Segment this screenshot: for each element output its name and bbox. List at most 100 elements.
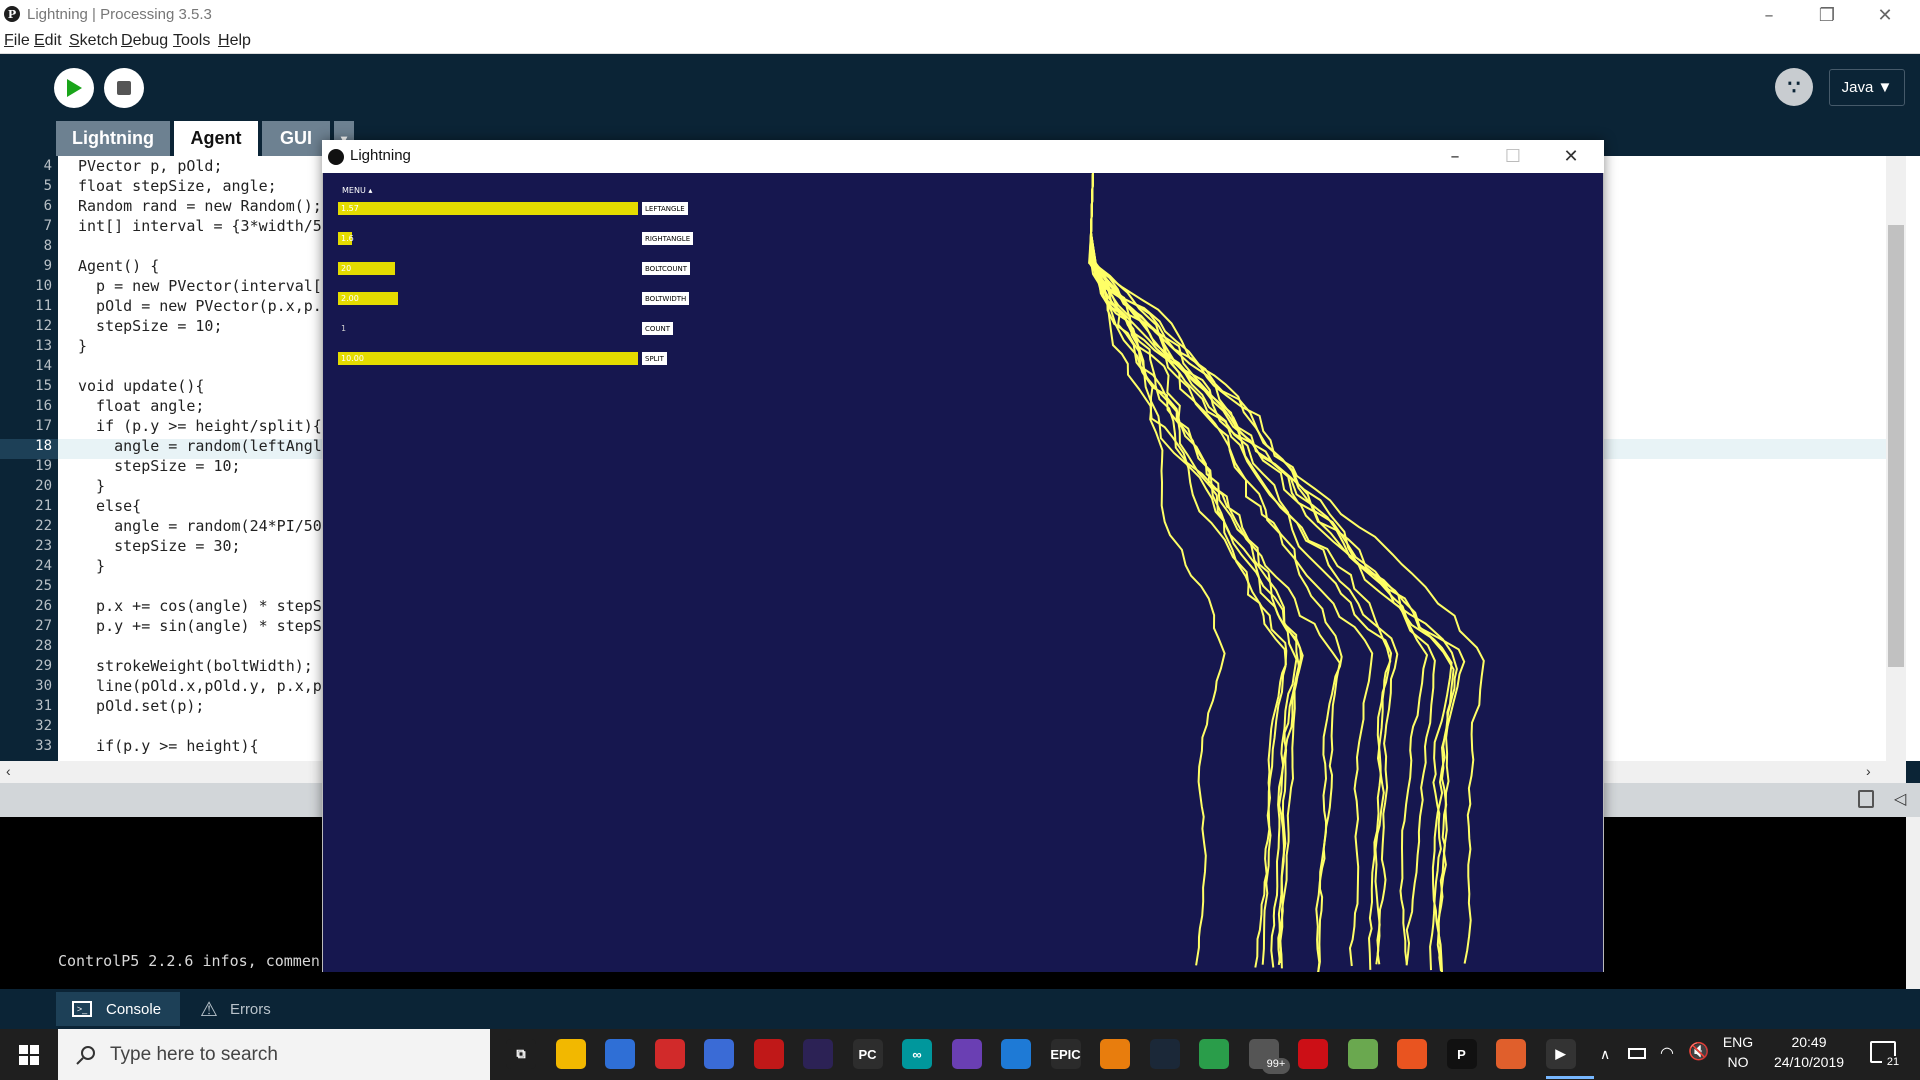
menu-sketch[interactable]: Sketch [69, 32, 118, 50]
slider-label: BOLTCOUNT [642, 262, 691, 275]
start-button[interactable] [0, 1029, 58, 1080]
console-icon: >_ [72, 1001, 92, 1017]
search-icon [76, 1046, 95, 1065]
scroll-right-icon[interactable]: › [1866, 763, 1871, 779]
steam-icon[interactable] [1149, 1039, 1180, 1069]
keyboard-layout: NO [1727, 1054, 1749, 1070]
menu-debug[interactable]: Debug [121, 32, 168, 50]
menu-help[interactable]: Help [218, 32, 251, 50]
sketch-title-bar [322, 140, 1604, 173]
stop-icon [117, 81, 131, 95]
blender-icon[interactable] [1100, 1039, 1130, 1069]
opera-icon[interactable] [1298, 1039, 1328, 1069]
code-line: if(p.y >= height){ [78, 737, 259, 755]
wifi-icon[interactable]: ◠ [1660, 1043, 1674, 1063]
line-number: 25 [35, 578, 52, 594]
volume-muted-icon[interactable]: 🔇 [1688, 1042, 1709, 1062]
notifications-count: 21 [1882, 1056, 1904, 1072]
close-button[interactable]: ✕ [1856, 0, 1914, 30]
running-sketch-icon[interactable]: ▶ [1545, 1039, 1576, 1069]
slider-value: 20 [341, 264, 352, 273]
code-line: angle = random(leftAngl [78, 437, 322, 455]
scroll-left-icon[interactable]: ‹ [6, 763, 11, 779]
code-line: PVector p, pOld; [78, 157, 223, 175]
epic-games-icon[interactable]: EPIC [1050, 1039, 1081, 1069]
sketch-close-button[interactable]: ✕ [1542, 140, 1600, 173]
sketch-canvas[interactable] [323, 173, 1603, 972]
slider-value: 10.00 [341, 354, 364, 363]
battery-icon[interactable] [1628, 1048, 1646, 1059]
language-indicator[interactable]: ENG NO [1720, 1034, 1756, 1070]
sketch-minimize-button[interactable]: – [1426, 140, 1484, 173]
stop-button[interactable] [104, 68, 144, 108]
task-view-icon[interactable]: ⧉ [506, 1039, 536, 1069]
slider-split[interactable] [338, 352, 638, 365]
line-number: 15 [35, 378, 52, 394]
run-button[interactable] [54, 68, 94, 108]
taskbar-search-box[interactable]: Type here to search [58, 1029, 490, 1080]
minimize-button[interactable]: – [1740, 0, 1798, 30]
arduino-icon[interactable]: ∞ [902, 1039, 932, 1069]
play-icon [67, 79, 82, 97]
debugger-icon[interactable]: ∵ [1775, 68, 1813, 106]
tab-gui[interactable]: GUI [262, 121, 330, 156]
errors-tab[interactable]: ⚠ Errors [184, 992, 308, 1026]
line-number: 24 [35, 558, 52, 574]
store-icon[interactable] [605, 1039, 635, 1069]
code-line: float stepSize, angle; [78, 177, 277, 195]
gift-app-icon[interactable] [654, 1039, 685, 1069]
console-scrollbar[interactable] [1906, 817, 1920, 989]
app-icon-red[interactable] [753, 1039, 784, 1069]
mode-selector[interactable]: Java ▼ [1829, 69, 1905, 106]
title-bar [0, 0, 1920, 30]
controlp5-menu-toggle[interactable]: MENU ▴ [342, 186, 372, 195]
visual-studio-icon[interactable] [951, 1039, 982, 1069]
line-number: 12 [35, 318, 52, 334]
line-number: 9 [43, 258, 52, 274]
line-number: 21 [35, 498, 52, 514]
line-number: 28 [35, 638, 52, 654]
file-explorer-icon[interactable] [555, 1039, 586, 1069]
line-number: 5 [43, 178, 52, 194]
editor-scroll-thumb[interactable] [1888, 225, 1904, 667]
tab-agent[interactable]: Agent [174, 121, 258, 156]
eclipse-icon[interactable] [803, 1039, 833, 1069]
menu-edit[interactable]: Edit [34, 32, 62, 50]
code-line: stepSize = 10; [78, 457, 241, 475]
restore-button[interactable]: ❐ [1798, 0, 1856, 30]
console-tab[interactable]: >_ Console [56, 992, 180, 1026]
lightning-bolt [1089, 173, 1304, 966]
chrome-icon[interactable] [1199, 1039, 1229, 1069]
processing-icon[interactable]: P [1446, 1039, 1477, 1069]
lightning-bolt [1088, 173, 1374, 967]
console-output: ControlP5 2.2.6 infos, commen [58, 952, 320, 970]
line-number: 11 [35, 298, 52, 314]
line-number: 20 [35, 478, 52, 494]
menu-file[interactable]: File [4, 32, 30, 50]
code-line: float angle; [78, 397, 205, 415]
vscode-icon[interactable] [1001, 1039, 1031, 1069]
menu-tools[interactable]: Tools [173, 32, 210, 50]
git-icon[interactable] [1496, 1039, 1526, 1069]
code-line: stepSize = 10; [78, 317, 223, 335]
code-line: pOld.set(p); [78, 697, 205, 715]
lightning-bolts [1088, 173, 1485, 972]
pycharm-icon[interactable]: PC [852, 1039, 883, 1069]
tab-lightning[interactable]: Lightning [56, 121, 170, 156]
sketch-maximize-button[interactable]: ☐ [1484, 140, 1542, 173]
code-line: pOld = new PVector(p.x,p. [78, 297, 322, 315]
slider-leftangle[interactable] [338, 202, 638, 215]
ubuntu-icon[interactable] [1397, 1039, 1427, 1069]
toolbar [0, 54, 1920, 120]
show-hidden-icons-button[interactable]: ∧ [1600, 1046, 1610, 1063]
clock[interactable]: 20:49 24/10/2019 [1764, 1034, 1854, 1070]
line-number: 16 [35, 398, 52, 414]
clock-time: 20:49 [1791, 1034, 1827, 1050]
collapse-console-icon[interactable]: ◁ [1894, 789, 1906, 809]
code-line: strokeWeight(boltWidth); [78, 657, 313, 675]
line-number: 10 [35, 278, 52, 294]
android-icon[interactable] [1347, 1039, 1378, 1069]
line-number: 8 [43, 238, 52, 254]
settings-app-icon[interactable] [704, 1039, 734, 1069]
copy-icon[interactable] [1858, 790, 1874, 808]
